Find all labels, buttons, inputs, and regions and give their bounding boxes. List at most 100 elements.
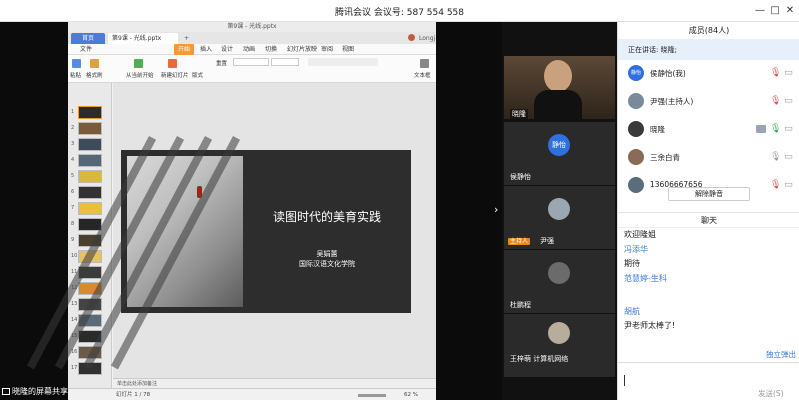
member-row[interactable]: 静怡 侯静怡(我) 🎙 ▭ — [618, 60, 799, 87]
chat-sender-name: 胡航 — [624, 307, 640, 316]
slide-photo — [26, 136, 243, 370]
camera-icon[interactable]: ▭ — [784, 95, 793, 107]
chat-sender-name: 冯添华 — [624, 245, 648, 254]
presentation-title: 第9课 - 光线.pptx — [68, 22, 436, 32]
member-row[interactable]: 晓隆 🎙 ▭ — [618, 116, 799, 143]
chat-popout-link[interactable]: 独立弹出 — [766, 349, 796, 360]
paste-icon[interactable] — [72, 59, 81, 68]
video-name-4: 杜鹏程 — [510, 301, 531, 309]
slide-title: 读图时代的美育实践 — [272, 210, 381, 224]
member-avatar — [628, 121, 644, 137]
mic-muted-icon[interactable]: 🎙 — [770, 95, 781, 107]
mic-muted-icon[interactable]: 🎙 — [770, 179, 781, 191]
font-name-select[interactable] — [233, 58, 269, 66]
camera-icon[interactable]: ▭ — [784, 151, 793, 163]
speaking-indicator: 正在讲话: 晓隆; — [618, 40, 799, 60]
chat-message: 期待 — [624, 259, 640, 268]
member-row[interactable]: 尹强(主持人) 🎙 ▭ — [618, 88, 799, 115]
camera-icon[interactable]: ▭ — [784, 123, 793, 135]
user-name: Longj — [419, 35, 436, 42]
slide-thumbnail[interactable] — [78, 202, 102, 215]
camera-icon[interactable]: ▭ — [784, 179, 793, 191]
video-tile-1[interactable]: 晓隆 — [504, 56, 615, 119]
mic-icon[interactable]: 🎙 — [770, 151, 781, 163]
thumbnail-number: 17 — [71, 365, 78, 371]
zoom-slider[interactable] — [358, 394, 386, 397]
video-gallery: 晓隆 静怡 侯静怡 主持人 尹强 杜鹏程 王梓萌 计算机网络 — [502, 22, 617, 400]
video-tile-3[interactable]: 主持人 尹强 — [504, 186, 615, 249]
new-slide-icon[interactable] — [168, 59, 177, 68]
video-name-5: 王梓萌 计算机网络 — [510, 355, 569, 363]
menu-view[interactable]: 视图 — [342, 44, 354, 55]
menu-home[interactable]: 开始 — [174, 44, 195, 55]
menu-design[interactable]: 设计 — [221, 44, 233, 55]
thumbnail-number: 7 — [71, 205, 75, 211]
tab-document[interactable]: 第9课 - 光线.pptx — [108, 33, 178, 44]
text-cursor — [624, 375, 625, 386]
chat-header[interactable]: 聊天 — [618, 212, 799, 228]
participant-avatar — [548, 198, 570, 220]
status-bar: 幻灯片 1 / 78 62 % — [68, 388, 436, 400]
unmute-button[interactable]: 解除静音 — [668, 187, 750, 201]
participant-avatar — [548, 262, 570, 284]
mic-icon[interactable]: 🎙 — [770, 123, 781, 135]
menu-file[interactable]: 文件 — [80, 44, 92, 55]
thumbnail-number: 2 — [71, 125, 75, 131]
maximize-button[interactable]: □ — [768, 4, 782, 18]
reset-label[interactable]: 重置 — [216, 59, 227, 67]
font-size-select[interactable] — [271, 58, 299, 66]
participant-body — [534, 90, 582, 119]
minimize-button[interactable]: — — [753, 4, 767, 18]
slide-thumbnail[interactable] — [78, 106, 102, 119]
paste-label: 粘贴 — [70, 73, 82, 79]
chat-message: 尹老师太棒了! — [624, 321, 676, 330]
video-tile-5[interactable]: 王梓萌 计算机网络 — [504, 314, 615, 377]
member-avatar: 静怡 — [628, 65, 644, 81]
layout-label[interactable]: 版式 — [192, 71, 203, 79]
play-icon[interactable] — [134, 59, 143, 68]
close-button[interactable]: ✕ — [783, 4, 797, 18]
menu-insert[interactable]: 插入 — [200, 44, 212, 55]
menu-transition[interactable]: 切换 — [265, 44, 277, 55]
expand-arrow-icon[interactable]: › — [494, 203, 498, 216]
user-avatar[interactable] — [408, 34, 415, 41]
member-row[interactable]: 三余白青 🎙 ▭ — [618, 144, 799, 171]
person-figure — [197, 186, 202, 198]
menu-animation[interactable]: 动画 — [243, 44, 255, 55]
video-tile-4[interactable]: 杜鹏程 — [504, 250, 615, 313]
member-avatar — [628, 93, 644, 109]
menu-bar: 文件 开始 插入 设计 动画 切换 幻灯片放映 审阅 视图 — [68, 44, 436, 55]
textbox-icon[interactable] — [420, 59, 429, 68]
menu-slideshow[interactable]: 幻灯片放映 — [287, 44, 317, 55]
video-tile-2[interactable]: 静怡 侯静怡 — [504, 122, 615, 185]
camera-icon[interactable]: ▭ — [784, 67, 793, 79]
host-badge: 主持人 — [508, 238, 531, 245]
paragraph-tools[interactable] — [308, 58, 378, 66]
new-tab-button[interactable]: + — [180, 33, 193, 44]
ribbon-toolbar: 粘贴 格式刷 从当前开始 新建幻灯片 版式 重置 文本框 — [68, 55, 436, 83]
tab-home[interactable]: 首页 — [71, 33, 105, 44]
slide-thumbnail[interactable] — [78, 154, 102, 167]
chat-message: 欢迎隆姐 — [624, 230, 656, 239]
current-slide: 读图时代的美育实践 吴娟蕙 国际汉语文化学院 — [26, 136, 411, 370]
notes-bar[interactable]: 单击此处添加备注 — [113, 378, 436, 388]
members-header[interactable]: 成员(84人) — [618, 22, 799, 40]
meeting-title: 腾讯会议 会议号: 587 554 558 — [334, 8, 464, 18]
format-brush-icon[interactable] — [90, 59, 99, 68]
slide-thumbnail[interactable] — [78, 170, 102, 183]
screen-share-icon — [2, 388, 10, 395]
zoom-level[interactable]: 62 % — [404, 389, 418, 400]
send-button[interactable]: 发送(S) — [758, 388, 784, 399]
screen-share-label: 晓隆的屏幕共享 — [2, 386, 68, 397]
slide-school: 国际汉语文化学院 — [299, 260, 355, 268]
member-avatar — [628, 149, 644, 165]
slide-counter: 幻灯片 1 / 78 — [116, 392, 151, 398]
slide-thumbnail[interactable] — [78, 138, 102, 151]
member-name: 晓隆 — [650, 125, 665, 134]
slide-thumbnail[interactable] — [78, 122, 102, 135]
mic-muted-icon[interactable]: 🎙 — [770, 67, 781, 79]
menu-review[interactable]: 审阅 — [321, 44, 333, 55]
thumbnail-number: 5 — [71, 173, 75, 179]
thumbnail-number: 1 — [71, 109, 75, 115]
slide-thumbnail[interactable] — [78, 186, 102, 199]
